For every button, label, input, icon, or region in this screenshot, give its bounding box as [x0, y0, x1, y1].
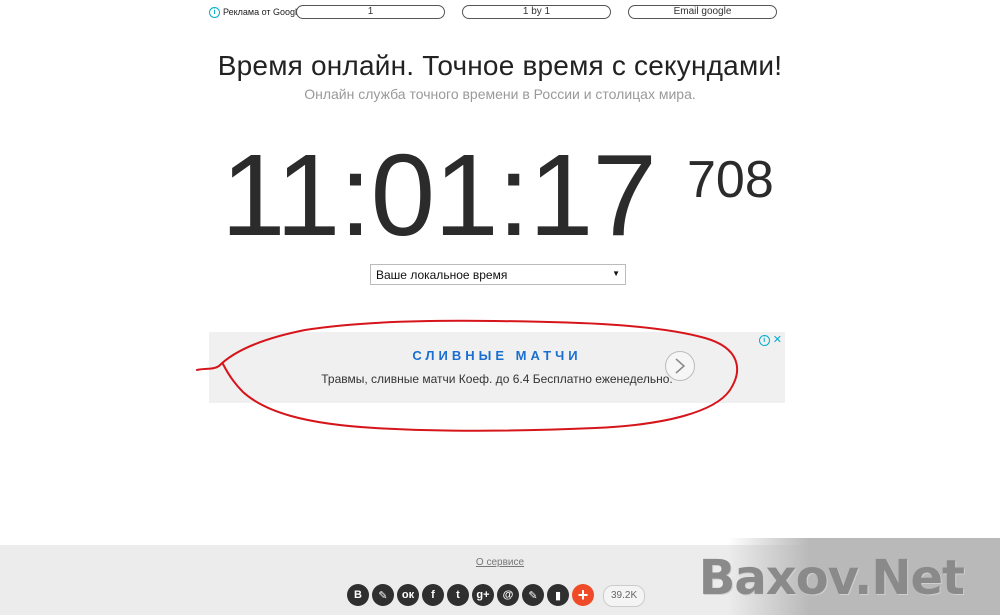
ads-by-google-badge[interactable]: i Реклама от Google: [209, 5, 302, 20]
clock-milliseconds: 708: [687, 151, 774, 209]
clock-time: 11:01:17: [221, 130, 657, 260]
ad-link-1[interactable]: 1: [296, 5, 445, 19]
ad-banner[interactable]: СЛИВНЫЕ МАТЧИ Травмы, сливные матчи Коеф…: [209, 332, 785, 403]
page-subtitle: Онлайн служба точного времени в России и…: [304, 86, 696, 102]
twitter-icon[interactable]: t: [447, 584, 469, 606]
close-icon[interactable]: ✕: [773, 334, 782, 346]
ad-link-2[interactable]: 1 by 1: [462, 5, 611, 19]
page-title: Время онлайн. Точное время с секундами!: [217, 50, 783, 81]
share-count: 39.2K: [603, 585, 646, 607]
info-icon: i: [209, 7, 220, 19]
ad-choices[interactable]: i ✕: [758, 333, 782, 346]
chevron-down-icon: ▼: [612, 269, 620, 278]
bookmark-icon[interactable]: ▮: [547, 584, 569, 606]
odnoklassniki-icon[interactable]: ок: [397, 584, 419, 606]
ad-headline[interactable]: СЛИВНЫЕ МАТЧИ: [209, 348, 785, 363]
ads-badge-label: Реклама от Google: [223, 7, 303, 17]
timezone-select[interactable]: Ваше локальное время ▼: [370, 264, 626, 285]
livejournal-icon[interactable]: ✎: [372, 584, 394, 606]
watermark-text: Baxov.Net: [698, 550, 965, 606]
google-plus-icon[interactable]: g+: [472, 584, 494, 606]
chevron-right-icon: [675, 358, 686, 374]
ad-next-button[interactable]: [665, 351, 695, 381]
more-icon[interactable]: +: [572, 584, 594, 606]
facebook-icon[interactable]: f: [422, 584, 444, 606]
info-icon: i: [758, 334, 770, 346]
timezone-select-value: Ваше локальное время: [376, 268, 508, 282]
share-bar: B ✎ ок f t g+ @ ✎ ▮ +39.2K: [347, 584, 646, 607]
ad-link-3[interactable]: Email google: [628, 5, 777, 19]
liveinternet-icon[interactable]: ✎: [522, 584, 544, 606]
vk-icon[interactable]: B: [347, 584, 369, 606]
watermark: Baxov.Net: [699, 538, 1000, 615]
ad-text[interactable]: Травмы, сливные матчи Коеф. до 6.4 Беспл…: [209, 372, 785, 386]
mail-ru-icon[interactable]: @: [497, 584, 519, 606]
